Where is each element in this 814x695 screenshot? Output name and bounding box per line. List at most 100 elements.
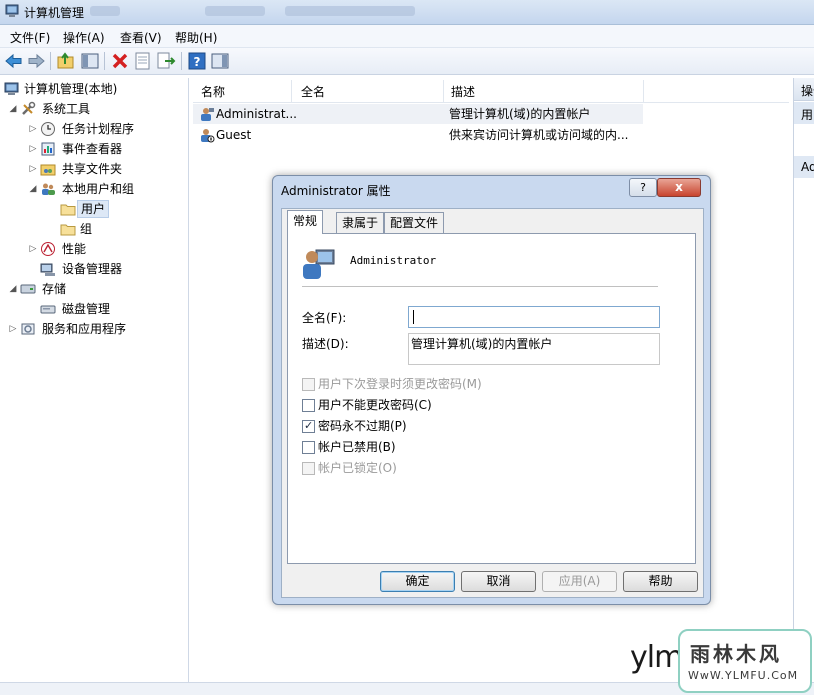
checkbox-box[interactable] — [302, 399, 315, 412]
actions-item-label: 用 — [801, 108, 814, 122]
checkbox-label: 密码永不过期(P) — [318, 419, 407, 433]
row-description: 供来宾访问计算机或访问域的内... — [449, 128, 629, 142]
checkmark-icon: ✓ — [304, 419, 314, 432]
tree-label: 存储 — [42, 282, 67, 296]
checkbox-label: 用户下次登录时须更改密码(M) — [318, 377, 482, 391]
tree-label: 系统工具 — [42, 102, 91, 116]
help-icon[interactable]: ? — [187, 51, 207, 71]
computer-management-icon — [5, 4, 19, 17]
tab-member-of[interactable]: 隶属于 — [336, 212, 385, 233]
collapse-arrow-icon[interactable]: ◢ — [8, 100, 18, 118]
toolbar-separator — [104, 52, 105, 70]
performance-icon — [41, 242, 55, 256]
tab-profile[interactable]: 配置文件 — [384, 212, 445, 233]
text-caret — [413, 310, 414, 324]
column-header-name[interactable]: 名称 — [201, 83, 225, 100]
table-row[interactable]: Administrat... 管理计算机(域)的内置帐户 — [193, 104, 643, 124]
tree-label: 共享文件夹 — [62, 162, 123, 176]
device-manager-icon — [40, 263, 55, 276]
actions-header: 操作 — [794, 78, 814, 101]
tree-item-users[interactable]: 用户 — [58, 200, 128, 218]
column-divider[interactable] — [291, 80, 292, 102]
expand-arrow-icon[interactable]: ▷ — [28, 140, 38, 158]
tree-label: 计算机管理(本地) — [24, 82, 118, 96]
up-folder-icon[interactable] — [56, 51, 76, 71]
checkbox-label: 用户不能更改密码(C) — [318, 398, 432, 412]
folder-icon — [60, 204, 76, 216]
menu-action[interactable]: 操作(A) — [61, 29, 107, 46]
column-divider[interactable] — [643, 80, 644, 102]
row-description: 管理计算机(域)的内置帐户 — [449, 107, 591, 121]
tree-label: 本地用户和组 — [62, 182, 135, 196]
tree-label: 组 — [80, 222, 93, 236]
tree-item-storage[interactable]: ◢ 存储 — [8, 280, 178, 298]
show-action-pane-icon[interactable] — [210, 51, 230, 71]
tree-item-performance[interactable]: ▷ 性能 — [28, 240, 178, 258]
dialog-body: 常规 隶属于 配置文件 Administrator 全名(F): 描述(D): … — [281, 208, 704, 598]
full-name-field[interactable] — [408, 306, 660, 328]
window-titlebar: 计算机管理 — [0, 0, 814, 25]
expand-arrow-icon[interactable]: ▷ — [28, 160, 38, 178]
collapse-arrow-icon[interactable]: ◢ — [8, 280, 18, 298]
checkbox-box[interactable]: ✓ — [302, 419, 315, 433]
back-arrow-icon[interactable] — [4, 51, 24, 71]
account-username: Administrator — [350, 254, 437, 267]
tree-item-groups[interactable]: 组 — [58, 220, 128, 238]
menu-help[interactable]: 帮助(H) — [173, 29, 219, 46]
apply-button: 应用(A) — [542, 571, 617, 592]
tree-item-device-manager[interactable]: 设备管理器 — [28, 260, 178, 278]
disk-icon — [40, 305, 56, 314]
folder-icon — [60, 224, 76, 236]
properties-dialog: Administrator 属性 ? x 常规 隶属于 配置文件 Adminis… — [272, 175, 711, 605]
tree-label: 磁盘管理 — [62, 302, 111, 316]
checkbox-box — [302, 378, 315, 391]
tree-item-system-tools[interactable]: ◢ 系统工具 — [8, 100, 178, 118]
toolbar-separator — [181, 52, 182, 70]
description-field[interactable]: 管理计算机(域)的内置帐户 — [408, 333, 660, 365]
cancel-button[interactable]: 取消 — [461, 571, 536, 592]
ok-button[interactable]: 确定 — [380, 571, 455, 592]
toolbar-separator — [50, 52, 51, 70]
dialog-close-button[interactable]: x — [657, 178, 701, 197]
actions-item-label: Ad — [801, 160, 814, 174]
table-row[interactable]: Guest 供来宾访问计算机或访问域的内... — [193, 125, 643, 145]
blurred-title-area — [205, 6, 265, 16]
tree-item-services-apps[interactable]: ▷ 服务和应用程序 — [8, 320, 178, 338]
menu-view[interactable]: 查看(V) — [118, 29, 164, 46]
watermark-logo: 雨林木风 WwW.YLMFU.CoM — [678, 629, 812, 693]
event-log-icon — [41, 142, 55, 156]
collapse-arrow-icon[interactable]: ◢ — [28, 180, 38, 198]
user-account-icon — [303, 249, 335, 279]
tree-item-root[interactable]: 计算机管理(本地) — [2, 80, 182, 98]
tree-item-shared-folders[interactable]: ▷ 共享文件夹 — [28, 160, 178, 178]
actions-header-label: 操作 — [801, 84, 814, 98]
console-tree: 计算机管理(本地) ◢ 系统工具 ▷ 任务计划程序 ▷ 事件查看器 ▷ 共享文件… — [0, 78, 189, 682]
export-list-icon[interactable] — [156, 51, 176, 71]
forward-arrow-icon[interactable] — [26, 51, 46, 71]
dialog-help-button[interactable]: ? — [629, 178, 657, 197]
expand-arrow-icon[interactable]: ▷ — [28, 240, 38, 258]
expand-arrow-icon[interactable]: ▷ — [8, 320, 18, 338]
tree-item-event-viewer[interactable]: ▷ 事件查看器 — [28, 140, 178, 158]
checkbox-box[interactable] — [302, 441, 315, 454]
properties-icon[interactable] — [133, 51, 153, 71]
row-name: Administrat... — [216, 107, 297, 121]
user-icon — [201, 108, 214, 121]
help-button[interactable]: 帮助 — [623, 571, 698, 592]
watermark-logo-url: WwW.YLMFU.CoM — [688, 669, 799, 682]
tree-item-disk-management[interactable]: 磁盘管理 — [28, 300, 178, 318]
tree-item-local-users-groups[interactable]: ◢ 本地用户和组 — [28, 180, 178, 198]
menu-file[interactable]: 文件(F) — [8, 29, 52, 46]
show-hide-tree-icon[interactable] — [80, 51, 100, 71]
delete-icon[interactable] — [110, 51, 130, 71]
separator — [302, 286, 658, 287]
checkbox-label: 帐户已禁用(B) — [318, 440, 396, 454]
expand-arrow-icon[interactable]: ▷ — [28, 120, 38, 138]
actions-section-users[interactable]: 用 — [794, 102, 814, 124]
tab-general[interactable]: 常规 — [287, 210, 324, 234]
tree-item-task-scheduler[interactable]: ▷ 任务计划程序 — [28, 120, 178, 138]
column-header-full-name[interactable]: 全名 — [301, 83, 325, 100]
column-header-description[interactable]: 描述 — [451, 83, 475, 100]
actions-section-administrator[interactable]: Ad — [794, 156, 814, 178]
column-divider[interactable] — [443, 80, 444, 102]
